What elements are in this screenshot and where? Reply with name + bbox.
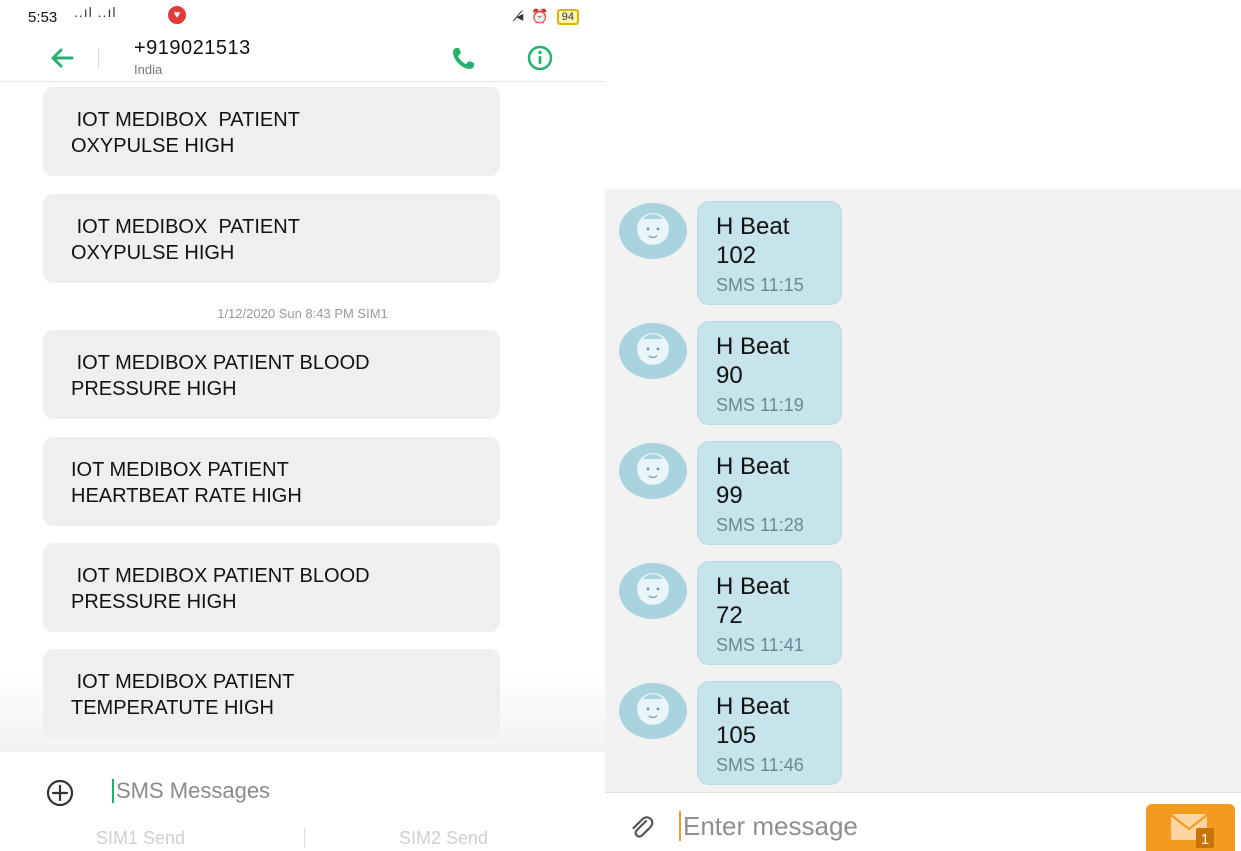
message-label: H Beat (716, 213, 790, 240)
message-value: 90 (716, 362, 743, 389)
sim-divider (304, 828, 305, 848)
sim-send-row: SIM1 Send SIM2 Send (0, 826, 605, 850)
message-bubble[interactable]: IOT MEDIBOX PATIENT OXYPULSE HIGH (43, 87, 500, 176)
send-message-icon: 1 (1170, 814, 1214, 848)
back-arrow-icon (51, 48, 74, 68)
conversation-row: H Beat 99 SMS 11:28 (605, 441, 1241, 549)
info-icon (527, 45, 553, 71)
contact-country: India (134, 62, 163, 77)
message-timestamp: SMS 11:46 (716, 755, 804, 775)
sim1-send-button[interactable]: SIM1 Send (96, 828, 185, 849)
conversation-row: H Beat 102 SMS 11:15 (605, 201, 1241, 309)
message-bubble[interactable]: IOT MEDIBOX PATIENT BLOOD PRESSURE HIGH (43, 330, 500, 419)
message-label: H Beat (716, 693, 790, 720)
text-caret (112, 779, 114, 803)
attach-icon (632, 816, 654, 838)
conversation-row: H Beat 105 SMS 11:46 (605, 681, 1241, 789)
conversation-row: H Beat 72 SMS 11:41 (605, 561, 1241, 669)
conversation-row: H Beat 90 SMS 11:19 (605, 321, 1241, 429)
sms-message-input[interactable]: SMS Messages (112, 776, 552, 806)
attach-button[interactable] (627, 813, 657, 843)
send-button[interactable]: 1 (1146, 804, 1235, 851)
compose-bar: SMS Messages SIM1 Send SIM2 Send (0, 752, 605, 851)
sms-input-placeholder: SMS Messages (116, 778, 271, 803)
battery-indicator: 94 (556, 8, 579, 25)
message-input[interactable]: Enter message (679, 809, 1099, 843)
message-bubble[interactable]: H Beat 99 SMS 11:28 (697, 441, 842, 545)
mute-icon: ◂̸ (516, 8, 524, 24)
text-caret (679, 811, 681, 841)
sim2-send-button[interactable]: SIM2 Send (399, 828, 488, 849)
avatar-icon[interactable] (617, 321, 689, 381)
message-bubble[interactable]: H Beat 102 SMS 11:15 (697, 201, 842, 305)
left-sms-app: 5:53 ..ıl ..ıl ♥ ◂̸ ⏰ 94 +919021513 Indi… (0, 0, 605, 851)
message-bubble[interactable]: H Beat 90 SMS 11:19 (697, 321, 842, 425)
header-divider (98, 48, 99, 68)
notification-heart-icon: ♥ (168, 6, 186, 24)
message-label: H Beat (716, 333, 790, 360)
message-bubble[interactable]: H Beat 72 SMS 11:41 (697, 561, 842, 665)
call-icon (453, 48, 474, 69)
message-label: H Beat (716, 573, 790, 600)
avatar-icon[interactable] (617, 681, 689, 741)
date-separator: 1/12/2020 Sun 8:43 PM SIM1 (217, 306, 388, 321)
signal-icon: ..ıl ..ıl (74, 4, 117, 20)
conversation-header: +919021513 India (0, 34, 605, 82)
avatar-icon[interactable] (617, 561, 689, 621)
message-value: 102 (716, 242, 757, 269)
contact-number: +919021513 (134, 37, 251, 59)
avatar-icon[interactable] (617, 201, 689, 261)
message-timestamp: SMS 11:19 (716, 395, 804, 415)
message-value: 99 (716, 482, 743, 509)
message-bubble[interactable]: IOT MEDIBOX PATIENT HEARTBEAT RATE HIGH (43, 437, 500, 526)
call-button[interactable] (448, 42, 480, 74)
avatar-icon[interactable] (617, 441, 689, 501)
message-label: H Beat (716, 453, 790, 480)
back-button[interactable] (46, 42, 78, 74)
message-value: 105 (716, 722, 757, 749)
info-button[interactable] (524, 42, 556, 74)
message-list[interactable]: IOT MEDIBOX PATIENT OXYPULSE HIGH IOT ME… (0, 82, 605, 752)
add-icon (46, 779, 74, 807)
status-right-icons: ◂̸ ⏰ 94 (516, 8, 579, 25)
message-input-placeholder: Enter message (683, 810, 858, 841)
message-bubble[interactable]: IOT MEDIBOX PATIENT BLOOD PRESSURE HIGH (43, 543, 500, 632)
message-bubble[interactable]: H Beat 105 SMS 11:46 (697, 681, 842, 785)
message-timestamp: SMS 11:41 (716, 635, 804, 655)
compose-bar: Enter message 1 (605, 792, 1241, 851)
status-time: 5:53 (28, 9, 58, 26)
message-value: 72 (716, 602, 743, 629)
add-attachment-button[interactable] (44, 777, 76, 809)
message-bubble[interactable]: IOT MEDIBOX PATIENT TEMPERATUTE HIGH (43, 649, 500, 738)
message-timestamp: SMS 11:28 (716, 515, 804, 535)
status-bar: 5:53 ..ıl ..ıl ♥ ◂̸ ⏰ 94 (0, 0, 605, 34)
message-timestamp: SMS 11:15 (716, 275, 804, 295)
send-count-badge: 1 (1201, 831, 1209, 848)
message-bubble[interactable]: IOT MEDIBOX PATIENT OXYPULSE HIGH (43, 194, 500, 283)
right-sms-app: H Beat 102 SMS 11:15 H Beat 90 SMS 11:19 (605, 189, 1241, 851)
alarm-icon: ⏰ (531, 8, 549, 24)
